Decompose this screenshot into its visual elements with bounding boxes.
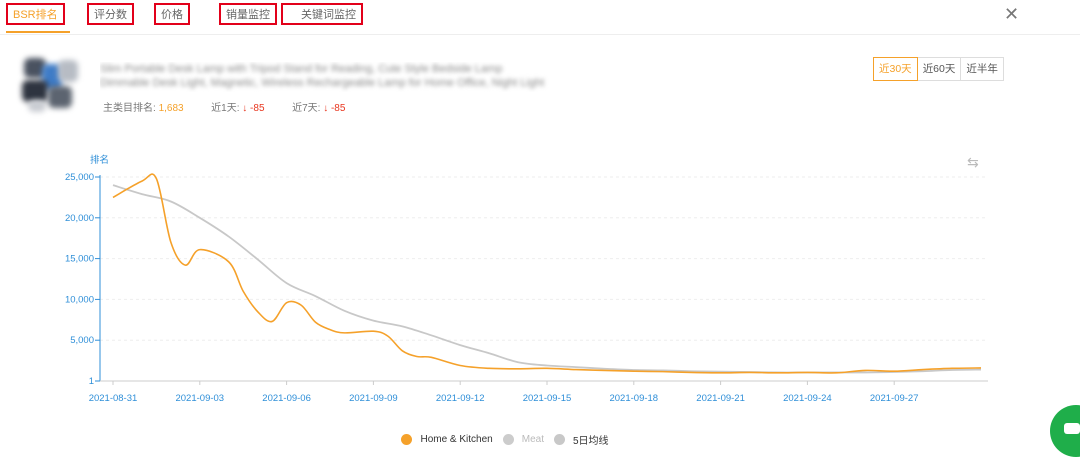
main-rank-label: 主类目排名: [103,103,156,114]
legend-item-5day-average[interactable]: 5日均线 [553,432,609,447]
range-30-days-button[interactable]: 近30天 [873,57,918,81]
legend-label-meat: Meat [521,434,544,445]
day1-change: ↓ -85 [242,103,265,114]
legend-item-home-kitchen[interactable]: Home & Kitchen [401,432,493,447]
y-axis-labels: 25,000 20,000 15,000 10,000 5,000 1 [65,172,94,387]
y-axis-title: 排名 [90,154,109,166]
series-line-home-kitchen [112,173,982,374]
day7-label: 近7天: [292,103,321,114]
main-rank-value: 1,683 [158,103,184,114]
x-tick-label: 2021-09-06 [262,393,311,404]
date-range-selector: 近30天 近60天 近半年 [873,57,1004,81]
x-tick-label: 2021-09-18 [609,393,658,404]
y-tick-label: 15,000 [65,254,94,265]
tab-price[interactable]: 价格 [154,3,190,25]
bsr-rank-chart: 25,000 20,000 15,000 10,000 5,000 1 2021-08-3… [65,154,988,404]
tab-bar: BSR排名 评分数 价格 销量监控 关键词监控 ✕ [0,0,1080,35]
y-tick-label: 10,000 [65,294,94,305]
day7-change: ↓ -85 [323,103,346,114]
active-tab-underline [6,31,70,33]
chart-axes [95,175,988,385]
y-tick-label: 1 [89,376,94,387]
tab-sales-monitor[interactable]: 销量监控 [219,3,277,25]
legend-dot-meat [502,434,514,445]
y-tick-label: 20,000 [65,213,94,224]
chat-bubble-icon [1064,423,1080,434]
y-tick-label: 25,000 [65,172,94,183]
tab-rating-count[interactable]: 评分数 [87,3,134,25]
x-tick-label: 2021-09-21 [696,393,745,404]
legend-item-meat[interactable]: Meat [502,432,544,447]
x-axis-labels: 2021-08-31 2021-09-03 2021-09-06 2021-09-09… [89,393,919,404]
product-title-line-2: Dimmable Desk Light, Magnetic, Wireless … [100,77,545,89]
swap-axis-icon[interactable]: ⇆ [967,155,979,171]
legend-dot-5day-average [553,434,565,445]
product-title[interactable]: Slim Portable Desk Lamp with Tripod Stan… [100,62,570,92]
x-tick-label: 2021-08-31 [89,393,138,404]
range-half-year-button[interactable]: 近半年 [960,57,1004,81]
close-icon[interactable]: ✕ [1004,4,1019,24]
legend-dot-home-kitchen [401,434,413,445]
tab-bsr-rank[interactable]: BSR排名 [6,3,65,25]
chart-legend: Home & Kitchen Meat 5日均线 [0,432,1010,447]
chart-grid [100,176,988,382]
tab-keyword-monitor[interactable]: 关键词监控 [281,3,363,25]
series-line-5day-average [112,184,982,374]
day1-label: 近1天: [211,103,240,114]
legend-label-5day-average: 5日均线 [572,436,609,447]
legend-label-home-kitchen: Home & Kitchen [420,434,493,445]
x-tick-label: 2021-09-15 [523,393,572,404]
x-tick-label: 2021-09-03 [175,393,224,404]
x-tick-label: 2021-09-12 [436,393,485,404]
x-tick-label: 2021-09-27 [870,393,919,404]
rank-summary: 主类目排名: 1,683 近1天: ↓ -85 近7天: ↓ -85 [103,99,345,114]
y-tick-label: 5,000 [70,335,94,346]
product-thumbnail [18,56,82,114]
chat-support-button[interactable] [1050,405,1080,457]
chart-lines [112,173,982,374]
range-60-days-button[interactable]: 近60天 [916,57,962,81]
x-tick-label: 2021-09-09 [349,393,398,404]
x-tick-label: 2021-09-24 [783,393,832,404]
product-title-line-1: Slim Portable Desk Lamp with Tripod Stan… [100,63,503,75]
